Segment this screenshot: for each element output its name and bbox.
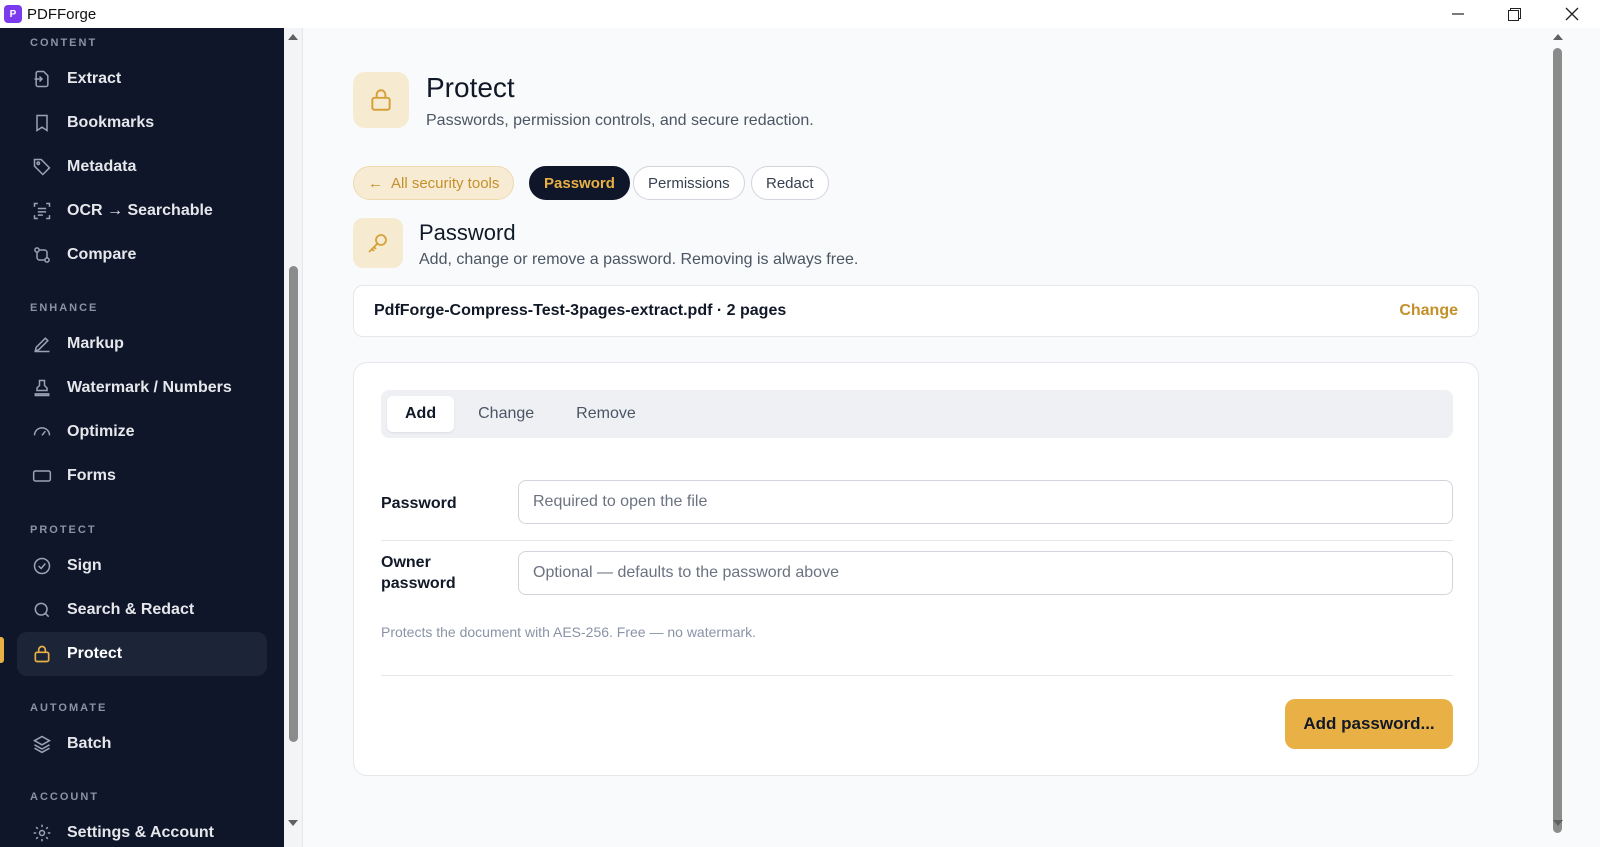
search-icon — [31, 599, 53, 621]
sidebar-item-protect[interactable]: Protect — [17, 632, 267, 676]
sidebar-item-label: Watermark / Numbers — [67, 379, 232, 396]
sidebar-item-batch[interactable]: Batch — [17, 722, 267, 766]
file-name: PdfForge-Compress-Test-3pages-extract.pd… — [374, 302, 787, 319]
sidebar-item-label: Optimize — [67, 423, 135, 440]
sidebar-item-search-redact[interactable]: Search & Redact — [17, 588, 267, 632]
sidebar-item-settings[interactable]: Settings & Account — [17, 811, 267, 847]
scroll-down-arrow-icon[interactable] — [1553, 820, 1563, 826]
badge-check-icon — [31, 555, 53, 577]
sidebar-item-label: Sign — [67, 557, 102, 574]
form-icon — [31, 465, 53, 487]
tab-redact[interactable]: Redact — [751, 166, 829, 200]
sidebar-item-ocr[interactable]: OCR → Searchable — [17, 189, 267, 233]
scan-text-icon — [31, 200, 53, 222]
sidebar-item-label: Extract — [67, 70, 122, 87]
scrollbar-thumb[interactable] — [289, 266, 298, 742]
sidebar-item-label: Batch — [67, 735, 112, 752]
owner-password-label-line2: password — [381, 575, 456, 592]
main-scrollbar[interactable] — [1550, 28, 1566, 847]
add-password-button[interactable]: Add password... — [1285, 699, 1453, 749]
app-title: PDFForge — [27, 5, 97, 23]
change-file-button[interactable]: Change — [1399, 302, 1458, 320]
minimize-button[interactable] — [1429, 0, 1486, 28]
sidebar-item-label: Settings & Account — [67, 824, 214, 841]
close-button[interactable] — [1543, 0, 1600, 28]
sidebar-item-label: OCR → Searchable — [67, 202, 213, 219]
all-security-tools-button[interactable]: ← All security tools — [353, 166, 515, 200]
sidebar: CONTENT Extract Bookmarks Metadata OCR →… — [0, 28, 284, 847]
sidebar-item-watermark[interactable]: Watermark / Numbers — [17, 366, 267, 410]
compare-icon — [31, 244, 53, 266]
main-content: Protect Passwords, permission controls, … — [304, 28, 1550, 847]
tab-remove[interactable]: Remove — [558, 396, 654, 432]
sidebar-item-compare[interactable]: Compare — [17, 233, 267, 277]
tab-password[interactable]: Password — [529, 166, 630, 200]
tab-permissions[interactable]: Permissions — [633, 166, 745, 200]
sidebar-item-sign[interactable]: Sign — [17, 544, 267, 588]
tool-title: Password — [419, 220, 516, 245]
sidebar-item-label: Compare — [67, 246, 137, 263]
divider — [381, 540, 1453, 541]
extract-icon — [31, 68, 53, 90]
sidebar-item-label: Protect — [67, 645, 123, 662]
file-card: PdfForge-Compress-Test-3pages-extract.pd… — [353, 285, 1479, 337]
scroll-up-arrow-icon[interactable] — [1553, 34, 1563, 40]
pill-label: Password — [544, 174, 615, 192]
tab-add[interactable]: Add — [387, 396, 455, 432]
sidebar-item-label: Metadata — [67, 158, 137, 175]
sidebar-item-markup[interactable]: Markup — [17, 322, 267, 366]
sidebar-item-label: Bookmarks — [67, 114, 155, 131]
window-edge — [1566, 28, 1600, 847]
window-controls — [1429, 0, 1600, 28]
password-label: Password — [381, 495, 457, 512]
app-logo-icon: P — [4, 5, 22, 23]
layers-icon — [31, 733, 53, 755]
active-indicator — [0, 637, 4, 663]
arrow-left-icon: ← — [368, 174, 383, 192]
tab-change[interactable]: Change — [460, 396, 552, 432]
sidebar-item-extract[interactable]: Extract — [17, 57, 267, 101]
bookmark-icon — [31, 112, 53, 134]
scroll-down-arrow-icon[interactable] — [288, 820, 298, 826]
sidebar-section-automate: AUTOMATE — [30, 702, 108, 714]
tool-description: Add, change or remove a password. Removi… — [419, 251, 859, 268]
lock-icon — [31, 643, 53, 665]
tag-icon — [31, 156, 53, 178]
maximize-button[interactable] — [1486, 0, 1543, 28]
divider — [381, 675, 1453, 676]
title-bar: P PDFForge — [0, 0, 1600, 28]
sidebar-item-optimize[interactable]: Optimize — [17, 410, 267, 454]
sidebar-section-protect: PROTECT — [30, 524, 97, 536]
owner-password-label: Owner password — [381, 552, 456, 594]
sidebar-item-label: Forms — [67, 467, 116, 484]
sidebar-scrollbar[interactable] — [284, 28, 303, 847]
pill-label: Redact — [766, 174, 814, 192]
mode-tabs: Add Change Remove — [381, 390, 1453, 438]
sidebar-item-forms[interactable]: Forms — [17, 454, 267, 498]
owner-password-label-line1: Owner — [381, 554, 431, 571]
pen-icon — [31, 333, 53, 355]
sidebar-section-content: CONTENT — [30, 37, 98, 49]
page-title: Protect — [426, 72, 515, 103]
password-input[interactable] — [518, 480, 1453, 524]
gauge-icon — [31, 421, 53, 443]
encryption-note: Protects the document with AES-256. Free… — [381, 624, 757, 640]
scroll-up-arrow-icon[interactable] — [288, 34, 298, 40]
password-panel: Add Change Remove Password Owner passwor… — [353, 362, 1479, 776]
sidebar-section-enhance: ENHANCE — [30, 302, 99, 314]
stamp-icon — [31, 377, 53, 399]
page-subtitle: Passwords, permission controls, and secu… — [426, 112, 814, 129]
lock-icon — [353, 72, 409, 128]
back-label: All security tools — [391, 174, 500, 192]
pill-label: Permissions — [648, 174, 730, 192]
sidebar-item-label: Search & Redact — [67, 601, 195, 618]
owner-password-input[interactable] — [518, 551, 1453, 595]
key-icon — [353, 218, 403, 268]
sidebar-item-bookmarks[interactable]: Bookmarks — [17, 101, 267, 145]
sidebar-item-metadata[interactable]: Metadata — [17, 145, 267, 189]
sidebar-item-label: Markup — [67, 335, 124, 352]
settings-icon — [31, 822, 53, 844]
sidebar-section-account: ACCOUNT — [30, 791, 99, 803]
scrollbar-thumb[interactable] — [1553, 48, 1562, 833]
